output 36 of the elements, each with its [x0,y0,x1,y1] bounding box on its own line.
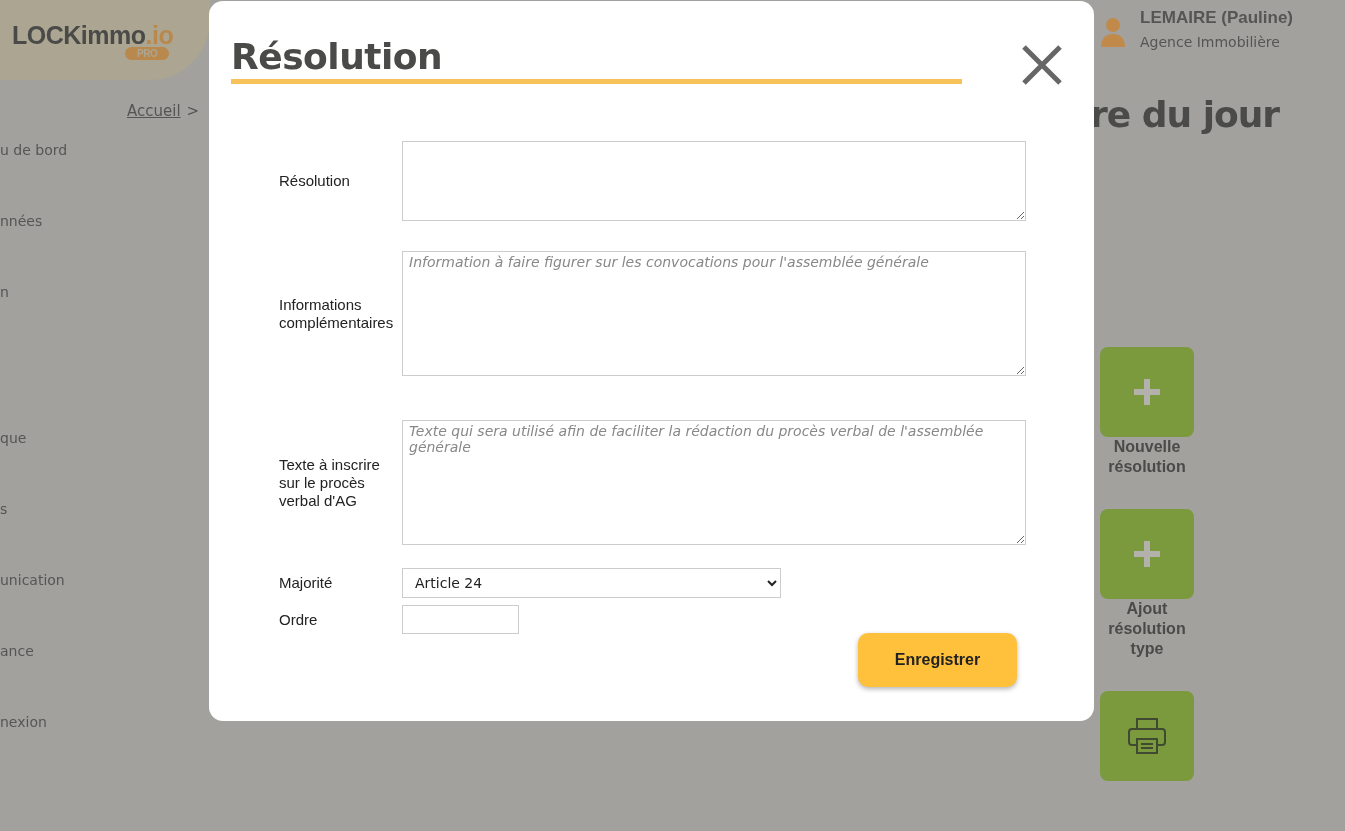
action-label: Nouvelle résolution [1107,437,1187,477]
field-label: Résolution [279,172,351,190]
user-role: Agence Immobilière [1140,34,1281,50]
page-title: re du jour [1090,94,1281,135]
breadcrumb-link[interactable]: Accueil [127,102,181,120]
add-button[interactable] [1100,347,1194,437]
sidebar-item[interactable]: unication [0,572,65,588]
printer-icon [1127,717,1167,755]
majority-select[interactable]: Article 24 [402,568,781,598]
modal-title: Résolution [231,35,962,84]
add-button[interactable] [1100,509,1194,599]
field-label: Informations complémentaires [279,295,395,332]
text-area[interactable]: Texte qui sera utilisé afin de faciliter la rédaction du procès verbal de l'assemblée générale [402,420,1026,545]
order-field[interactable] [402,605,519,634]
plus-icon [1134,379,1160,405]
close-icon[interactable] [1020,43,1064,87]
sidebar-item[interactable]: ance [0,643,34,659]
field-label: Texte à inscrire sur le procès verbal d'AG [279,455,381,510]
plus-icon [1134,541,1160,567]
sidebar-item[interactable]: nexion [0,714,47,730]
text-area[interactable]: Information à faire figurer sur les convocations pour l'assemblée générale [402,251,1026,376]
field-label: Majorité [279,574,334,592]
logo[interactable]: LOCKimmo.io PRO [12,20,174,60]
field-label: Ordre [279,610,319,629]
sidebar-item[interactable]: u de bord [0,142,68,158]
action-label: Ajout résolution type [1107,599,1187,659]
text-area[interactable] [402,141,1026,221]
sidebar-item[interactable]: n [0,284,9,300]
sidebar-item[interactable]: s [0,501,8,517]
breadcrumb-separator: > [186,102,200,120]
print-button[interactable] [1100,691,1194,781]
save-button[interactable]: Enregistrer [858,633,1017,687]
user-name: LEMAIRE (Pauline) [1140,8,1293,28]
sidebar-item[interactable]: que [0,430,27,446]
user-icon [1100,17,1126,47]
sidebar-item[interactable]: nnées [0,213,43,229]
